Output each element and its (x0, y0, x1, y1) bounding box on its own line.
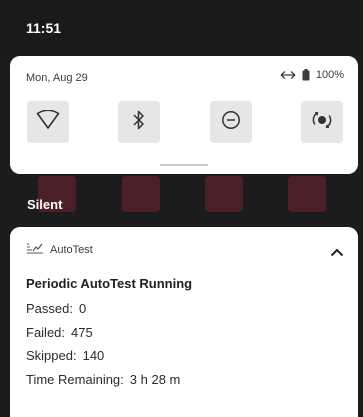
battery-icon (302, 69, 310, 81)
autotest-app-icon (26, 242, 44, 257)
notification-app-name: AutoTest (50, 243, 93, 256)
failed-value: 475 (71, 325, 93, 340)
failed-label: Failed: (26, 325, 66, 340)
auto-rotate-icon (312, 110, 332, 135)
do-not-disturb-icon (221, 110, 241, 135)
background-app-icon (122, 176, 160, 212)
wifi-tile[interactable] (27, 101, 69, 143)
qs-date: Mon, Aug 29 (26, 72, 88, 84)
background-app-icon (205, 176, 243, 212)
collapse-chevron-icon[interactable] (330, 244, 344, 262)
status-bar: 11:51 (0, 0, 363, 54)
passed-line: Passed: 0 (26, 301, 86, 316)
status-time: 11:51 (26, 20, 62, 36)
passed-value: 0 (78, 301, 87, 316)
wifi-icon (36, 108, 60, 135)
background-app-icon (288, 176, 326, 212)
silent-section-label: Silent (27, 197, 63, 212)
notification-title: Periodic AutoTest Running (26, 276, 193, 291)
failed-line: Failed: 475 (26, 325, 93, 340)
passed-label: Passed: (26, 301, 73, 316)
skipped-line: Skipped: 140 (26, 348, 104, 363)
bluetooth-icon (132, 109, 146, 136)
autotest-notification[interactable]: AutoTest Periodic AutoTest Running Passe… (10, 227, 358, 417)
time-remaining-line: Time Remaining: 3 h 28 m (26, 372, 180, 387)
data-activity-icon (280, 70, 296, 80)
qs-status-icons: 100% (280, 69, 344, 81)
do-not-disturb-tile[interactable] (210, 101, 252, 143)
time-remaining-value: 3 h 28 m (129, 372, 181, 387)
auto-rotate-tile[interactable] (301, 101, 343, 143)
time-remaining-label: Time Remaining: (26, 372, 124, 387)
battery-percent: 100% (315, 69, 344, 81)
notification-header: AutoTest (26, 242, 93, 257)
skipped-value: 140 (82, 348, 105, 363)
skipped-label: Skipped: (26, 348, 77, 363)
quick-settings-panel: Mon, Aug 29 100% (10, 56, 358, 174)
bluetooth-tile[interactable] (118, 101, 160, 143)
drag-handle[interactable] (160, 164, 208, 166)
